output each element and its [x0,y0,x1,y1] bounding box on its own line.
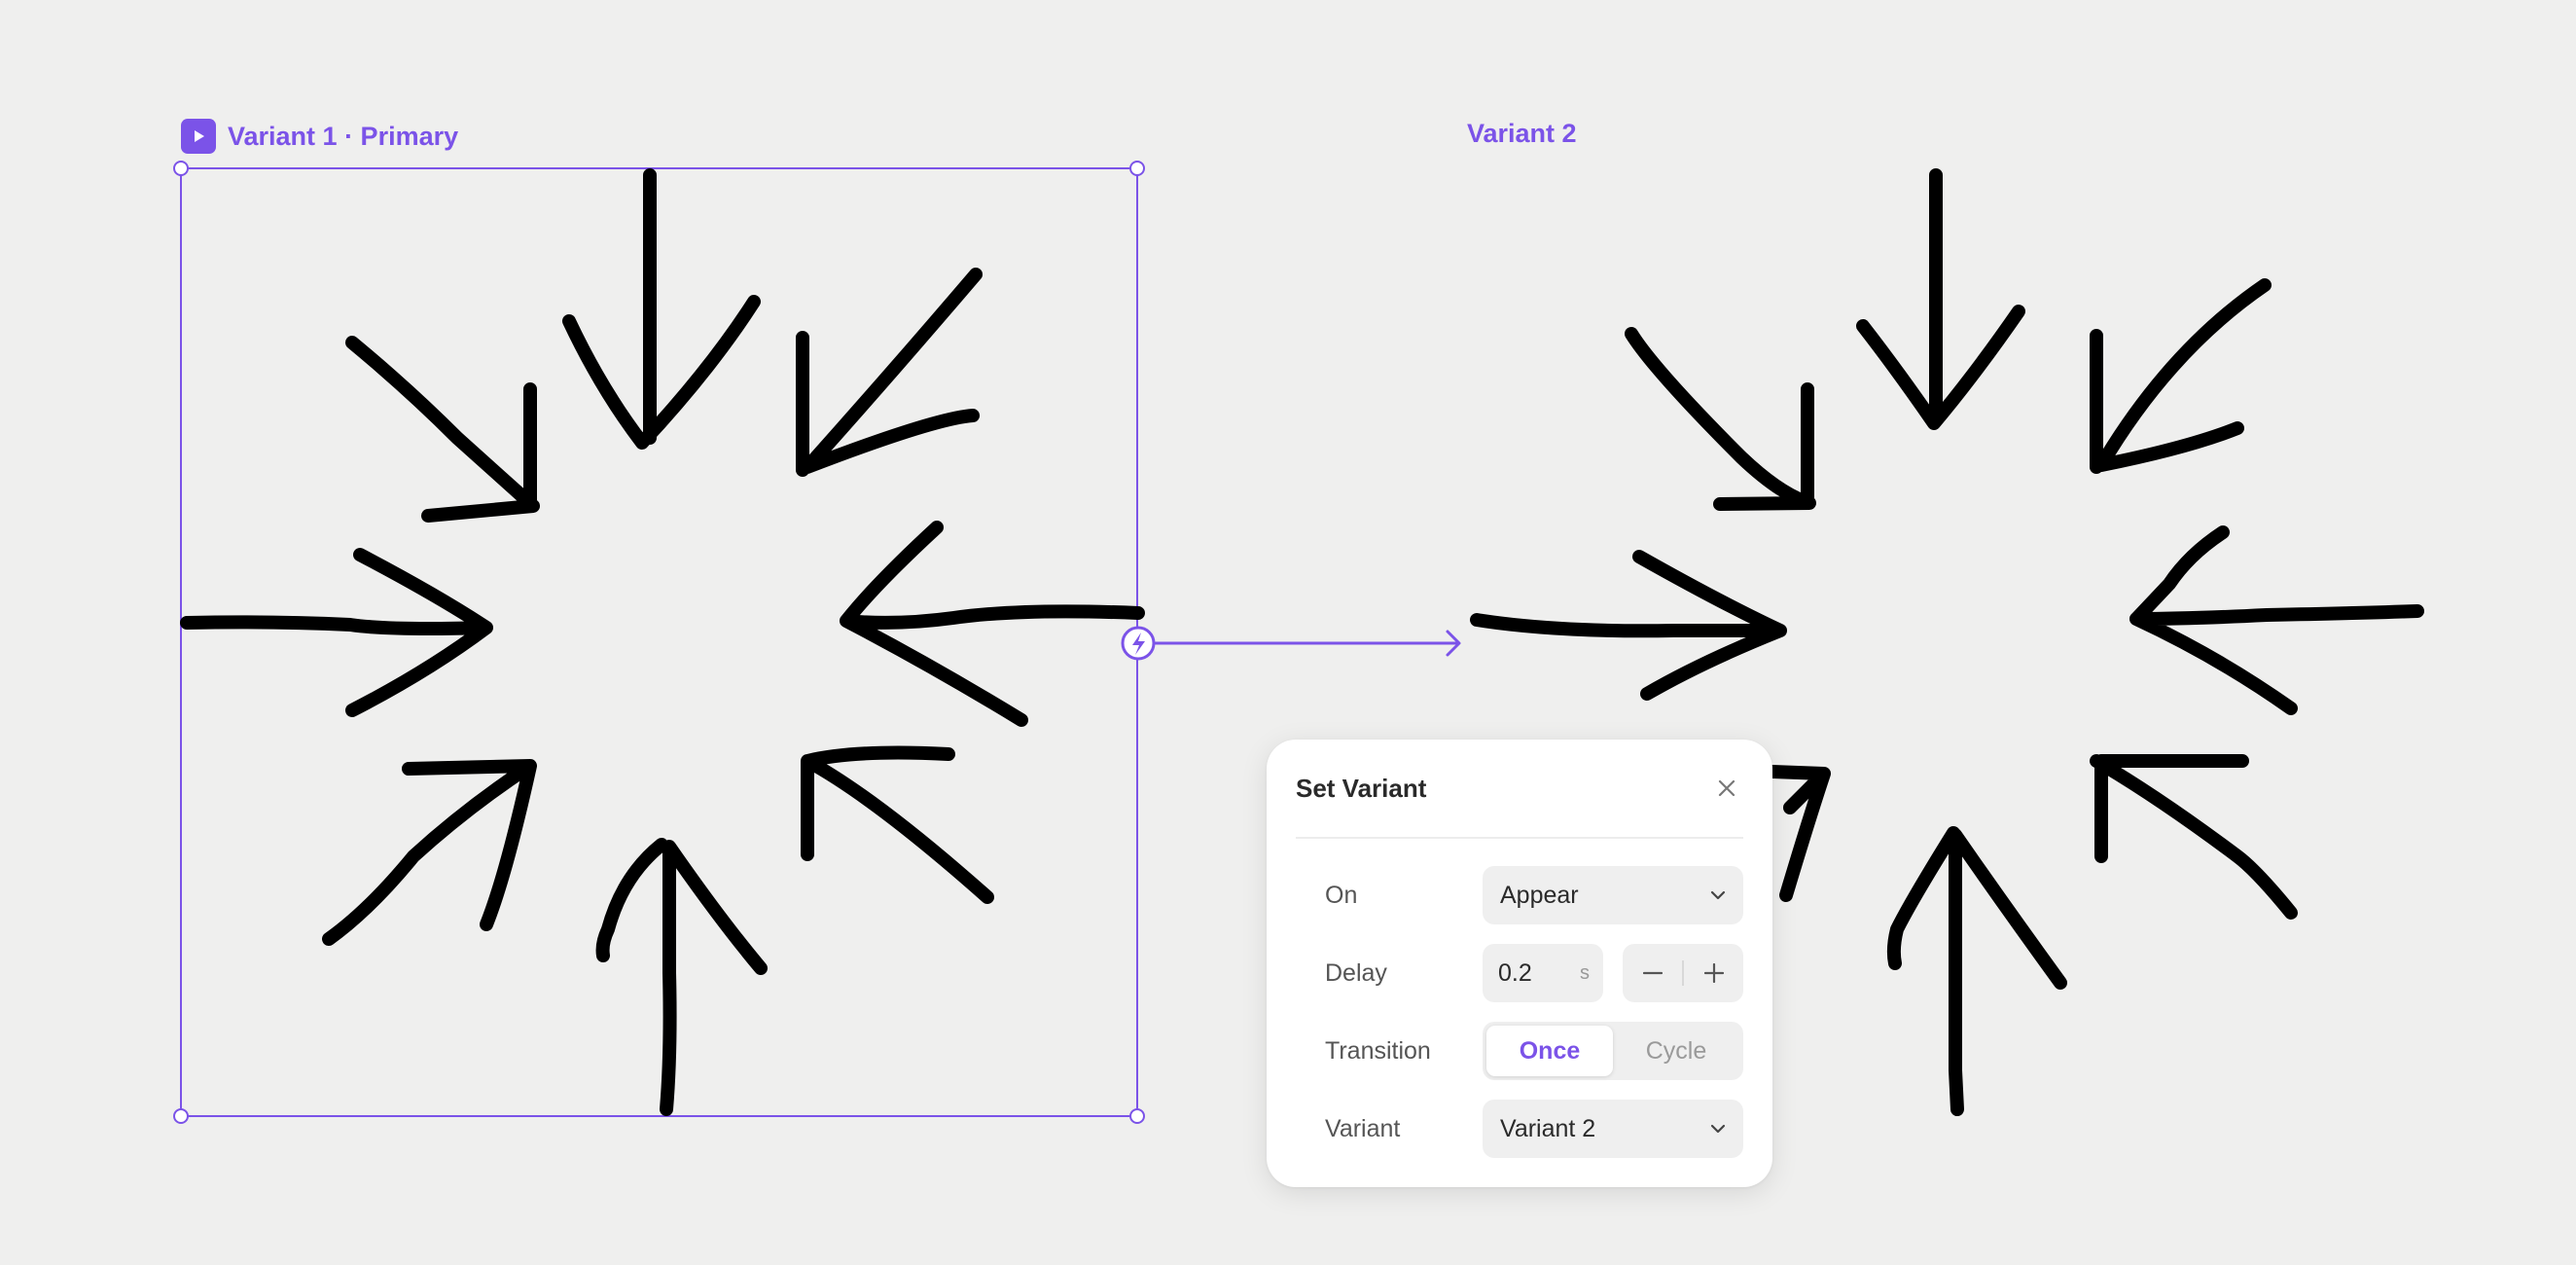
variant-row: Variant Variant 2 [1325,1100,1743,1158]
arrow-up-right [322,759,537,946]
variant1-frame-title: Variant 1 · Primary [228,121,459,151]
transition-toggle: Once Cycle [1483,1022,1743,1080]
lightning-icon[interactable] [1121,626,1156,661]
delay-value: 0.2 [1498,958,1532,987]
panel-title: Set Variant [1296,773,1427,803]
transition-label: Transition [1325,1036,1431,1065]
arrow-up [595,838,768,1116]
minus-icon[interactable] [1623,944,1682,1002]
on-label: On [1325,881,1358,909]
variant2-frame-title: Variant 2 [1467,119,1577,148]
set-variant-panel: Set Variant On Appear Delay 0.2 s Transi… [1267,740,1772,1187]
delay-label: Delay [1325,958,1387,987]
on-select[interactable]: Appear [1483,866,1743,924]
variant1-drawing[interactable] [180,168,1145,1116]
transition-row: Transition Once Cycle [1325,1022,1743,1080]
arrow-up-left [801,745,994,904]
transition-option-once[interactable]: Once [1486,1026,1613,1076]
variant-value: Variant 2 [1500,1114,1596,1142]
arrow-up-left [2090,754,2298,920]
delay-row: Delay 0.2 s [1325,944,1743,1002]
chevron-down-icon [1710,890,1726,900]
arrow-right [180,548,493,717]
plus-icon[interactable] [1684,944,1743,1002]
arrow-down [1856,168,2025,430]
resize-handle-top-right[interactable] [1129,161,1145,176]
variant1-frame[interactable] [173,161,1145,1124]
delay-stepper [1623,944,1743,1002]
variant2-frame-label[interactable]: Variant 2 [1467,119,1577,149]
on-value: Appear [1500,881,1579,909]
variant1-frame-label[interactable]: Variant 1 · Primary [181,119,458,154]
resize-handle-bottom-right[interactable] [1129,1108,1145,1124]
arrow-down-left [2090,278,2272,474]
arrow-down [562,168,761,450]
arrow-left [2129,525,2424,715]
arrow-down-right [345,336,540,523]
delay-input[interactable]: 0.2 s [1483,944,1603,1002]
resize-handle-top-left[interactable] [173,161,189,176]
chevron-down-icon [1710,1124,1726,1134]
arrow-down-left [796,268,983,477]
close-icon[interactable] [1710,772,1743,805]
arrow-down-right [1625,327,1816,511]
delay-unit: s [1580,961,1590,984]
panel-header: Set Variant [1296,740,1743,839]
arrow-up-right [1766,765,1831,902]
play-icon [181,119,216,154]
on-row: On Appear [1325,866,1743,924]
resize-handle-bottom-left[interactable] [173,1108,189,1124]
arrow-up [1886,826,2067,1116]
variant-label: Variant [1325,1114,1401,1142]
arrow-left [840,521,1145,727]
transition-option-cycle[interactable]: Cycle [1613,1026,1739,1076]
variant-select[interactable]: Variant 2 [1483,1100,1743,1158]
arrow-right [1470,550,1787,701]
interaction-connector[interactable] [1121,626,1461,661]
